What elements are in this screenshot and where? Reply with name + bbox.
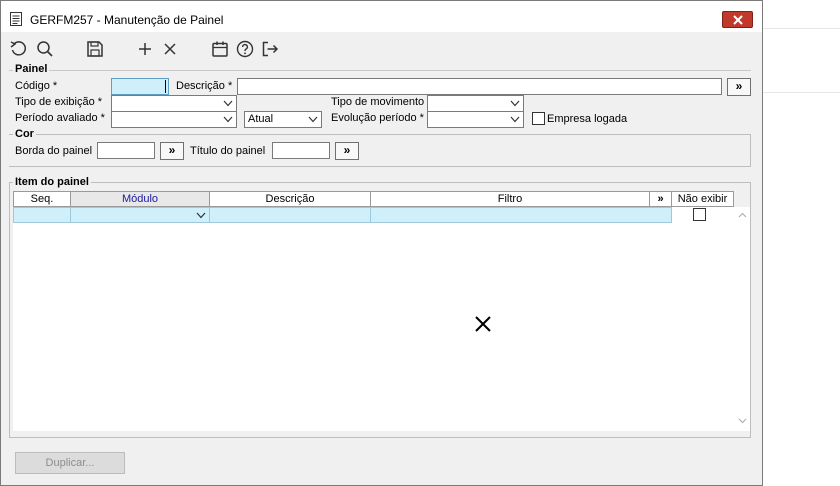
text-cursor (165, 80, 166, 93)
grid-body (13, 207, 735, 431)
toolbar (1, 37, 301, 61)
painel-group-divider (9, 70, 751, 71)
chevron-up-icon[interactable] (738, 212, 747, 218)
titulo-painel-input[interactable] (272, 142, 330, 159)
borda-painel-label: Borda do painel (15, 145, 93, 157)
background-divider (763, 28, 840, 29)
column-header-modulo[interactable]: Módulo (70, 191, 210, 207)
chevron-down-icon (510, 116, 520, 123)
nao-exibir-checkbox[interactable] (693, 208, 706, 221)
title-bar: GERFM257 - Manutenção de Painel (1, 1, 762, 33)
borda-painel-input[interactable] (97, 142, 155, 159)
column-header-filtro[interactable]: Filtro (370, 191, 650, 207)
chevron-down-icon (223, 116, 233, 123)
help-icon[interactable] (235, 39, 255, 59)
cell-filtro[interactable] (370, 207, 672, 223)
periodo-avaliado-select[interactable] (111, 111, 237, 128)
tipo-movimento-label: Tipo de movimento (331, 96, 425, 108)
document-icon (10, 12, 22, 29)
evolucao-periodo-label: Evolução período * (331, 112, 424, 124)
save-icon[interactable] (85, 39, 105, 59)
descricao-label: Descrição * (176, 80, 233, 92)
vertical-scrollbar[interactable] (735, 207, 750, 431)
titulo-painel-label: Título do painel (190, 145, 266, 157)
search-icon[interactable] (35, 39, 55, 59)
cell-seq[interactable] (13, 207, 71, 223)
tipo-movimento-select[interactable] (427, 95, 524, 112)
titulo-painel-lookup-button[interactable]: » (335, 142, 359, 160)
chevron-down-icon (308, 116, 318, 123)
calendar-icon[interactable] (210, 39, 230, 59)
empresa-logada-label: Empresa logada (547, 113, 628, 125)
exit-icon[interactable] (260, 39, 280, 59)
chevron-down-icon (223, 100, 233, 107)
column-header-nao-exibir[interactable]: Não exibir (671, 191, 734, 207)
cell-modulo-select[interactable] (70, 207, 210, 223)
tipo-exibicao-select[interactable] (111, 95, 237, 112)
delete-icon[interactable] (160, 39, 180, 59)
close-icon (475, 316, 491, 332)
column-header-descricao[interactable]: Descrição (209, 191, 371, 207)
chevron-down-icon (196, 212, 206, 219)
tipo-exibicao-label: Tipo de exibição * (15, 96, 103, 108)
column-header-expand[interactable]: » (649, 191, 672, 207)
descricao-input[interactable] (237, 78, 722, 95)
evolucao-periodo-select[interactable] (427, 111, 524, 128)
cor-group-title: Cor (13, 128, 36, 140)
painel-group-title: Painel (13, 63, 50, 75)
dialog-window: GERFM257 - Manutenção de Painel Painel C… (0, 0, 763, 486)
item-painel-group-title: Item do painel (13, 176, 91, 188)
periodo-referencia-select[interactable]: Atual (244, 111, 322, 128)
descricao-lookup-button[interactable]: » (727, 78, 751, 96)
borda-painel-lookup-button[interactable]: » (160, 142, 184, 160)
column-header-seq[interactable]: Seq. (13, 191, 71, 207)
add-icon[interactable] (135, 39, 155, 59)
window-title: GERFM257 - Manutenção de Painel (30, 13, 224, 27)
undo-icon[interactable] (9, 39, 29, 59)
chevron-down-icon (510, 100, 520, 107)
cell-descricao[interactable] (209, 207, 371, 223)
chevron-down-icon[interactable] (738, 418, 747, 424)
close-button[interactable] (722, 11, 753, 28)
periodo-avaliado-label: Período avaliado * (15, 112, 105, 124)
codigo-input[interactable] (111, 78, 169, 95)
background-divider (763, 92, 840, 93)
duplicar-button[interactable]: Duplicar... (15, 452, 125, 474)
close-icon (733, 15, 743, 25)
empresa-logada-checkbox[interactable] (532, 112, 545, 125)
codigo-label: Código * (15, 80, 58, 92)
